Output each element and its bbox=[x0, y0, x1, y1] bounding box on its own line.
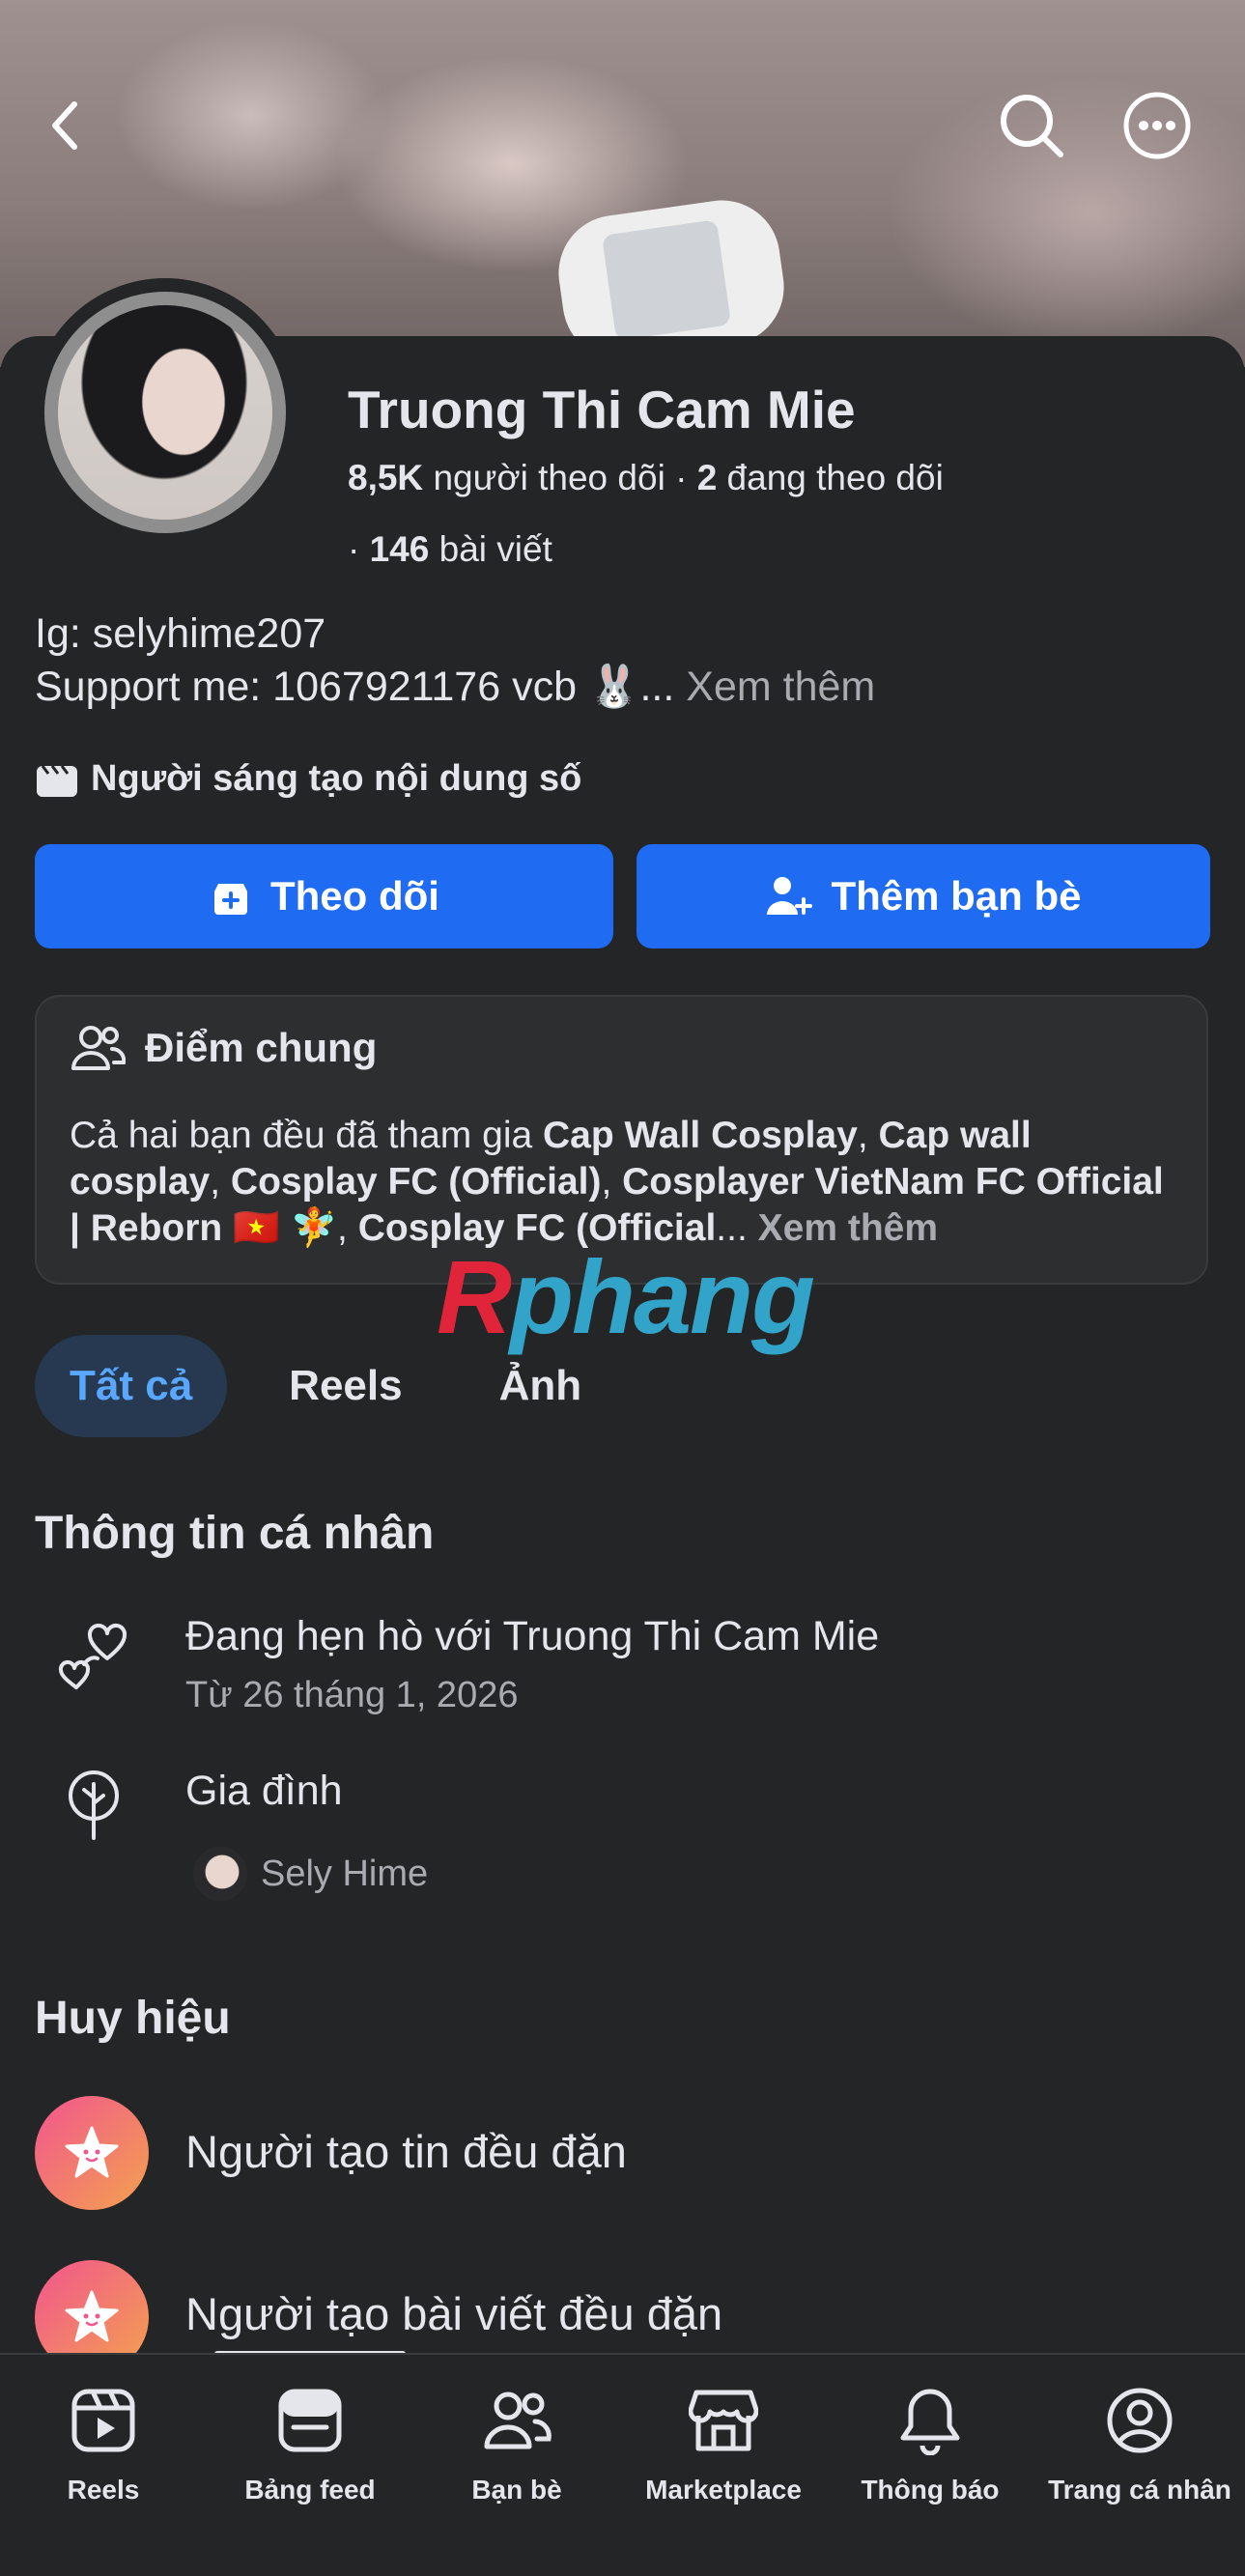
star-badge-icon bbox=[35, 2096, 149, 2210]
following-count: 2 bbox=[696, 458, 718, 497]
separator: , bbox=[337, 1207, 358, 1249]
bio-line-2: Support me: 1067921176 vcb 🐰... Xem thêm bbox=[35, 663, 875, 711]
family-label: Gia đình bbox=[185, 1768, 343, 1814]
chevron-left-icon bbox=[52, 101, 77, 150]
tab-reels[interactable]: Reels bbox=[254, 1335, 437, 1437]
add-friend-button-label: Thêm bạn bè bbox=[831, 873, 1082, 919]
nav-label: Marketplace bbox=[645, 2475, 802, 2505]
nav-feed[interactable]: Bảng feed bbox=[207, 2382, 413, 2517]
follow-stats[interactable]: 8,5K người theo dõi · 2 đang theo dõi bbox=[348, 458, 944, 498]
bell-icon bbox=[891, 2382, 969, 2459]
nav-label: Bảng feed bbox=[244, 2475, 376, 2505]
follow-icon bbox=[214, 884, 247, 915]
badge-label: Người tạo tin đều đặn bbox=[185, 2126, 627, 2177]
story-ring bbox=[44, 292, 286, 533]
reels-icon bbox=[65, 2382, 142, 2459]
family-member-name: Sely Hime bbox=[261, 1853, 429, 1894]
bio-see-more-link[interactable]: Xem thêm bbox=[686, 664, 875, 710]
stat-separator: · bbox=[348, 529, 370, 569]
separator: , bbox=[601, 1161, 623, 1203]
badges-heading: Huy hiệu bbox=[35, 1993, 231, 2044]
mutual-info-title-label: Điểm chung bbox=[145, 1025, 378, 1070]
family-member-avatar bbox=[193, 1847, 247, 1901]
nav-label: Trang cá nhân bbox=[1048, 2475, 1231, 2505]
tab-photos[interactable]: Ảnh bbox=[465, 1335, 617, 1437]
mutual-info-title: Điểm chung bbox=[70, 1024, 377, 1072]
marketplace-icon bbox=[685, 2382, 762, 2459]
followers-label: người theo dõi bbox=[433, 458, 665, 497]
add-friend-icon bbox=[767, 877, 813, 915]
nav-label: Thông báo bbox=[861, 2475, 1000, 2505]
posts-label: bài viết bbox=[439, 529, 552, 569]
separator: , bbox=[857, 1115, 879, 1156]
nav-marketplace[interactable]: Marketplace bbox=[620, 2382, 827, 2517]
posts-stats: · 146 bài viết bbox=[348, 529, 552, 570]
personal-info-heading: Thông tin cá nhân bbox=[35, 1508, 435, 1559]
stat-separator: · bbox=[675, 458, 697, 497]
nav-reels[interactable]: Reels bbox=[0, 2382, 207, 2517]
cover-photo-detail-screen bbox=[601, 219, 732, 341]
people-icon bbox=[71, 1026, 126, 1070]
posts-count: 146 bbox=[369, 529, 430, 569]
friends-icon bbox=[478, 2382, 555, 2459]
creator-category-label: Người sáng tạo nội dung số bbox=[91, 758, 582, 799]
more-icon bbox=[1123, 92, 1191, 159]
hearts-icon bbox=[50, 1615, 137, 1702]
nav-label: Bạn bè bbox=[471, 2475, 562, 2505]
mutual-groups-text: Cả hai bạn đều đã tham gia Cap Wall Cosp… bbox=[70, 1113, 1180, 1252]
bottom-navigation: Reels Bảng feed Bạn bè Marketplace Thông… bbox=[0, 2353, 1245, 2576]
nav-notifications[interactable]: Thông báo bbox=[827, 2382, 1033, 2517]
group-link[interactable]: Cosplay FC (Official) bbox=[231, 1161, 602, 1203]
group-link[interactable]: Cap Wall Cosplay bbox=[543, 1115, 858, 1156]
profile-name: Truong Thi Cam Mie bbox=[348, 380, 856, 439]
add-friend-button[interactable]: Thêm bạn bè bbox=[637, 844, 1210, 948]
avatar-photo bbox=[58, 305, 272, 520]
nav-friends[interactable]: Bạn bè bbox=[413, 2382, 620, 2517]
search-icon bbox=[1001, 95, 1063, 157]
follow-button[interactable]: Theo dõi bbox=[35, 844, 613, 948]
followers-count: 8,5K bbox=[348, 458, 424, 497]
relationship-since: Từ 26 tháng 1, 2026 bbox=[185, 1675, 519, 1715]
separator: , bbox=[210, 1161, 231, 1203]
bio-line-1: Ig: selyhime207 bbox=[35, 610, 326, 657]
bio-line-2-text: Support me: 1067921176 vcb 🐰... bbox=[35, 664, 675, 710]
tab-all[interactable]: Tất cả bbox=[35, 1335, 228, 1437]
more-options-button[interactable] bbox=[1120, 89, 1194, 162]
nav-label: Reels bbox=[67, 2475, 140, 2505]
profile-tabs: Tất cả Reels Ảnh bbox=[35, 1335, 643, 1437]
family-tree-icon bbox=[50, 1760, 137, 1847]
back-button[interactable] bbox=[29, 89, 102, 162]
profile-avatar[interactable] bbox=[31, 278, 299, 547]
relationship-status[interactable]: Đang hẹn hò với Truong Thi Cam Mie bbox=[185, 1613, 879, 1660]
family-member[interactable]: Sely Hime bbox=[193, 1847, 428, 1901]
search-button[interactable] bbox=[995, 89, 1068, 162]
follow-button-label: Theo dõi bbox=[270, 873, 439, 919]
profile-icon bbox=[1101, 2382, 1178, 2459]
badge-label: Người tạo bài viết đều đặn bbox=[185, 2288, 723, 2339]
following-label: đang theo dõi bbox=[726, 458, 944, 497]
nav-profile[interactable]: Trang cá nhân bbox=[1036, 2382, 1243, 2517]
feed-icon bbox=[271, 2382, 349, 2459]
mutual-groups-prefix: Cả hai bạn đều đã tham gia bbox=[70, 1115, 544, 1156]
clapperboard-icon bbox=[37, 764, 77, 797]
creator-category: Người sáng tạo nội dung số bbox=[35, 758, 581, 800]
